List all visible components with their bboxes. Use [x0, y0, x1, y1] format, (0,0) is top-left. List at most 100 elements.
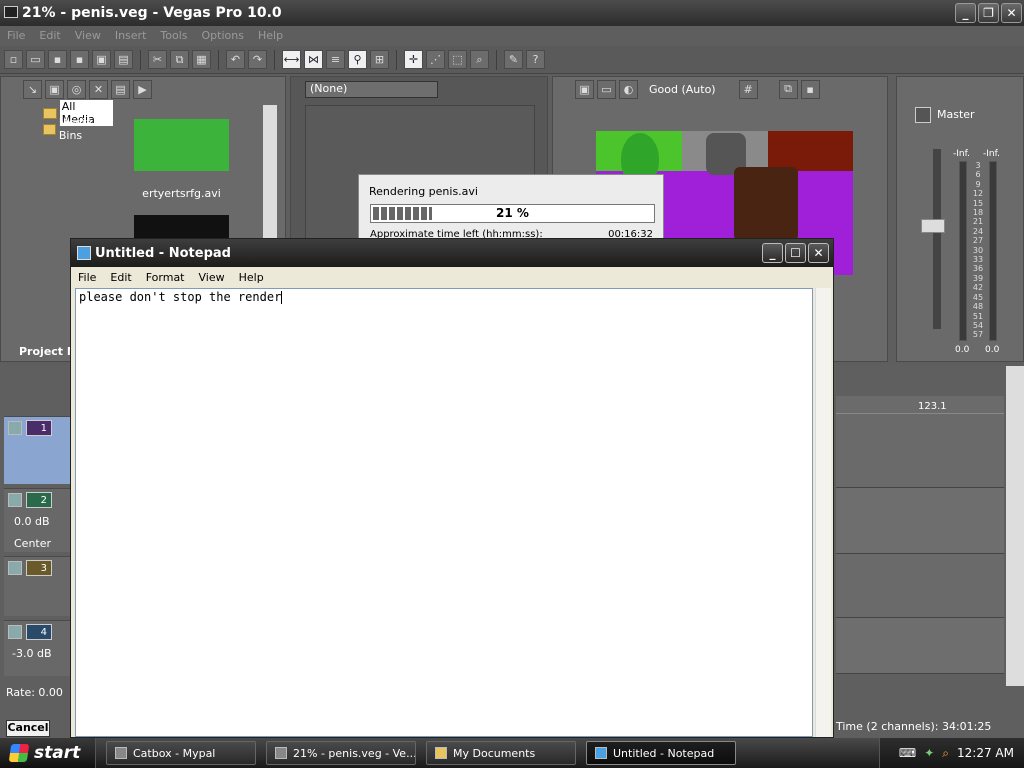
selection-tool-icon[interactable]: ⬚	[448, 50, 467, 69]
snapping-icon[interactable]: ⟷	[282, 50, 301, 69]
video-track-1-lane[interactable]	[836, 414, 1004, 488]
master-label: Master	[937, 108, 975, 121]
properties-icon[interactable]: ▤	[114, 50, 133, 69]
open-icon[interactable]: ▭	[26, 50, 45, 69]
cancel-render-button[interactable]: Cancel	[6, 720, 50, 737]
meter-left-inf: -Inf.	[953, 149, 970, 159]
play-media-icon[interactable]: ▶	[133, 79, 152, 99]
external-monitor-icon[interactable]: ▭	[597, 79, 616, 99]
copy-snapshot-icon[interactable]: ⧉	[778, 79, 798, 99]
envelope-tool-icon[interactable]: ⋰	[426, 50, 445, 69]
menu-insert[interactable]: Insert	[108, 29, 154, 42]
track-expand-icon[interactable]	[8, 421, 22, 435]
video-track-3-lane[interactable]	[836, 554, 1004, 618]
menu-options[interactable]: Options	[195, 29, 251, 42]
new-icon[interactable]: ▫	[4, 50, 23, 69]
brush-icon[interactable]: ✎	[504, 50, 523, 69]
help-pointer-icon[interactable]: ?	[526, 50, 545, 69]
render-progress-dialog: Rendering penis.avi 21 % Approximate tim…	[358, 174, 664, 244]
audio-track-2-lane[interactable]	[836, 488, 1004, 554]
folder-icon	[43, 123, 56, 135]
keyboard-icon[interactable]: ⌨	[899, 746, 916, 760]
ruler-marker: 123.1	[918, 401, 947, 412]
network-icon[interactable]: ✦	[924, 746, 934, 760]
normal-edit-tool-icon[interactable]: ✛	[404, 50, 423, 69]
lock-envelopes-icon[interactable]: ⚲	[348, 50, 367, 69]
menu-help[interactable]: Help	[251, 29, 290, 42]
vegas-toolbar: ▫ ▭ ▪ ▪ ▣ ▤ ✂ ⧉ ▦ ↶ ↷ ⟷ ⋈ ≡ ⚲ ⊞ ✛ ⋰ ⬚ ⌕ …	[0, 46, 1024, 74]
import-media-icon[interactable]: ↘	[23, 79, 42, 99]
clock[interactable]: 12:27 AM	[957, 746, 1014, 760]
preview-properties-icon[interactable]: ▣	[575, 79, 594, 99]
master-fader-handle[interactable]	[921, 219, 945, 233]
notepad-text-area[interactable]: please don't stop the render	[75, 288, 813, 737]
track-2-pan: Center	[14, 537, 52, 550]
menu-tools[interactable]: Tools	[153, 29, 194, 42]
notepad-maximize-button[interactable]: ☐	[785, 243, 806, 263]
track-expand-icon[interactable]	[8, 625, 22, 639]
capture-icon[interactable]: ▣	[45, 79, 64, 99]
preview-quality[interactable]: Good (Auto)	[649, 83, 716, 96]
notepad-close-button[interactable]: ✕	[808, 243, 829, 263]
search-icon[interactable]: ⌕	[942, 746, 949, 761]
media-properties-icon[interactable]: ▤	[111, 79, 130, 99]
status-time-channels: Time (2 channels): 34:01:25	[836, 720, 992, 733]
redo-icon[interactable]: ↷	[248, 50, 267, 69]
paste-icon[interactable]: ▦	[192, 50, 211, 69]
notepad-icon	[595, 747, 607, 759]
notepad-menu-view[interactable]: View	[192, 271, 232, 284]
ignore-grouping-icon[interactable]: ⊞	[370, 50, 389, 69]
taskbar-item-my-documents[interactable]: My Documents	[426, 741, 576, 765]
start-button[interactable]: start	[0, 738, 96, 768]
copy-icon[interactable]: ⧉	[170, 50, 189, 69]
track-header-1[interactable]: 1	[4, 416, 70, 484]
save-snapshot-icon[interactable]: ▪	[800, 79, 820, 99]
media-thumbnail-2[interactable]	[134, 215, 229, 239]
split-screen-icon[interactable]: ◐	[619, 79, 638, 99]
minimize-button[interactable]: _	[955, 3, 976, 23]
taskbar-item-vegas[interactable]: 21% - penis.veg - Ve...	[266, 741, 416, 765]
menu-view[interactable]: View	[68, 29, 108, 42]
menu-edit[interactable]: Edit	[32, 29, 67, 42]
master-fx-icon[interactable]	[915, 107, 931, 123]
overlay-icon[interactable]: #	[738, 79, 758, 99]
save-icon[interactable]: ▪	[48, 50, 67, 69]
notepad-menu-help[interactable]: Help	[232, 271, 271, 284]
notepad-menu-file[interactable]: File	[71, 271, 103, 284]
meter-right-value: 0.0	[985, 345, 1000, 355]
save-as-icon[interactable]: ▪	[70, 50, 89, 69]
track-header-3[interactable]: 3	[4, 556, 70, 616]
track-expand-icon[interactable]	[8, 561, 22, 575]
restore-button[interactable]: ❐	[978, 3, 999, 23]
vegas-title-bar[interactable]: 21% - penis.veg - Vegas Pro 10.0 _ ❐ ✕	[0, 0, 1024, 26]
timeline-scrollbar[interactable]	[1006, 366, 1024, 686]
system-tray: ⌨ ✦ ⌕ 12:27 AM	[879, 738, 1024, 768]
notepad-title-bar[interactable]: Untitled - Notepad _ ☐ ✕	[71, 239, 833, 267]
media-thumbnail[interactable]	[134, 119, 229, 171]
notepad-minimize-button[interactable]: _	[762, 243, 783, 263]
close-button[interactable]: ✕	[1001, 3, 1022, 23]
track-number-1: 1	[26, 420, 52, 436]
notepad-menu-edit[interactable]: Edit	[103, 271, 138, 284]
auto-crossfade-icon[interactable]: ⋈	[304, 50, 323, 69]
track-header-2[interactable]: 2 0.0 dB Center	[4, 488, 70, 552]
menu-file[interactable]: File	[0, 29, 32, 42]
track-2-volume: 0.0 dB	[14, 515, 50, 528]
ripple-edit-icon[interactable]: ≡	[326, 50, 345, 69]
audio-track-4-lane[interactable]	[836, 618, 1004, 674]
render-as-icon[interactable]: ▣	[92, 50, 111, 69]
master-fader-track	[933, 149, 941, 329]
get-media-icon[interactable]: ◎	[67, 79, 86, 99]
undo-icon[interactable]: ↶	[226, 50, 245, 69]
cut-icon[interactable]: ✂	[148, 50, 167, 69]
taskbar-item-notepad[interactable]: Untitled - Notepad	[586, 741, 736, 765]
remove-media-icon[interactable]: ✕	[89, 79, 108, 99]
tree-media-bins[interactable]: Media Bins	[43, 116, 113, 142]
taskbar-item-catbox[interactable]: Catbox - Mypal	[106, 741, 256, 765]
track-header-4[interactable]: 4 -3.0 dB	[4, 620, 70, 676]
filter-select[interactable]: (None)	[305, 81, 438, 98]
zoom-tool-icon[interactable]: ⌕	[470, 50, 489, 69]
notepad-menu-format[interactable]: Format	[139, 271, 192, 284]
track-expand-icon[interactable]	[8, 493, 22, 507]
notepad-scrollbar[interactable]	[815, 288, 831, 737]
